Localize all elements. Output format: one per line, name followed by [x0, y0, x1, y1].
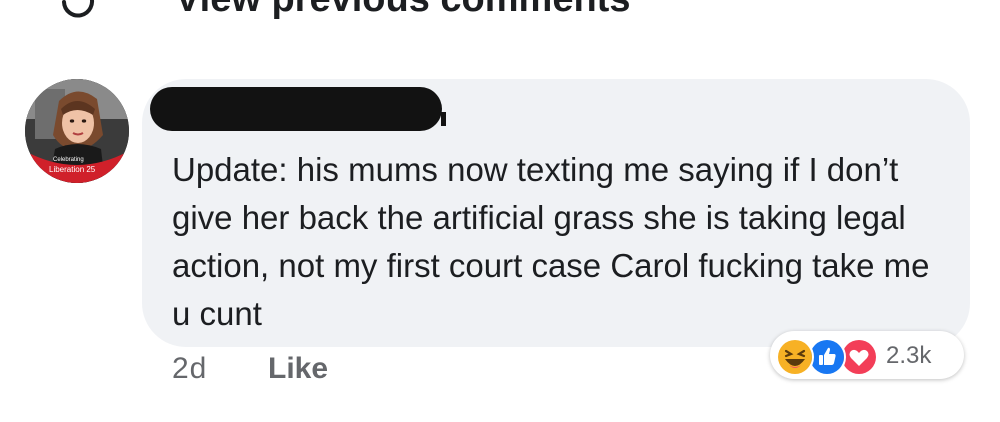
comment-timestamp[interactable]: 2d [172, 352, 207, 386]
view-previous-comments[interactable]: View previous comments [0, 0, 1000, 40]
avatar-badge-line1: Celebrating [53, 157, 84, 163]
refresh-icon [56, 0, 100, 24]
author-name-redacted [150, 87, 442, 131]
haha-reaction-icon [776, 338, 814, 376]
like-button[interactable]: Like [268, 352, 328, 386]
avatar[interactable]: Celebrating Liberation 25 [25, 79, 129, 183]
avatar-badge-line2: Liberation 25 [49, 165, 96, 174]
comment-text: Update: his mums now texting me saying i… [172, 151, 930, 332]
author-name-redaction-edge [441, 112, 446, 126]
reaction-count: 2.3k [886, 342, 932, 369]
reactions-summary[interactable]: 2.3k [770, 331, 964, 379]
view-previous-comments-label: View previous comments [175, 0, 630, 21]
